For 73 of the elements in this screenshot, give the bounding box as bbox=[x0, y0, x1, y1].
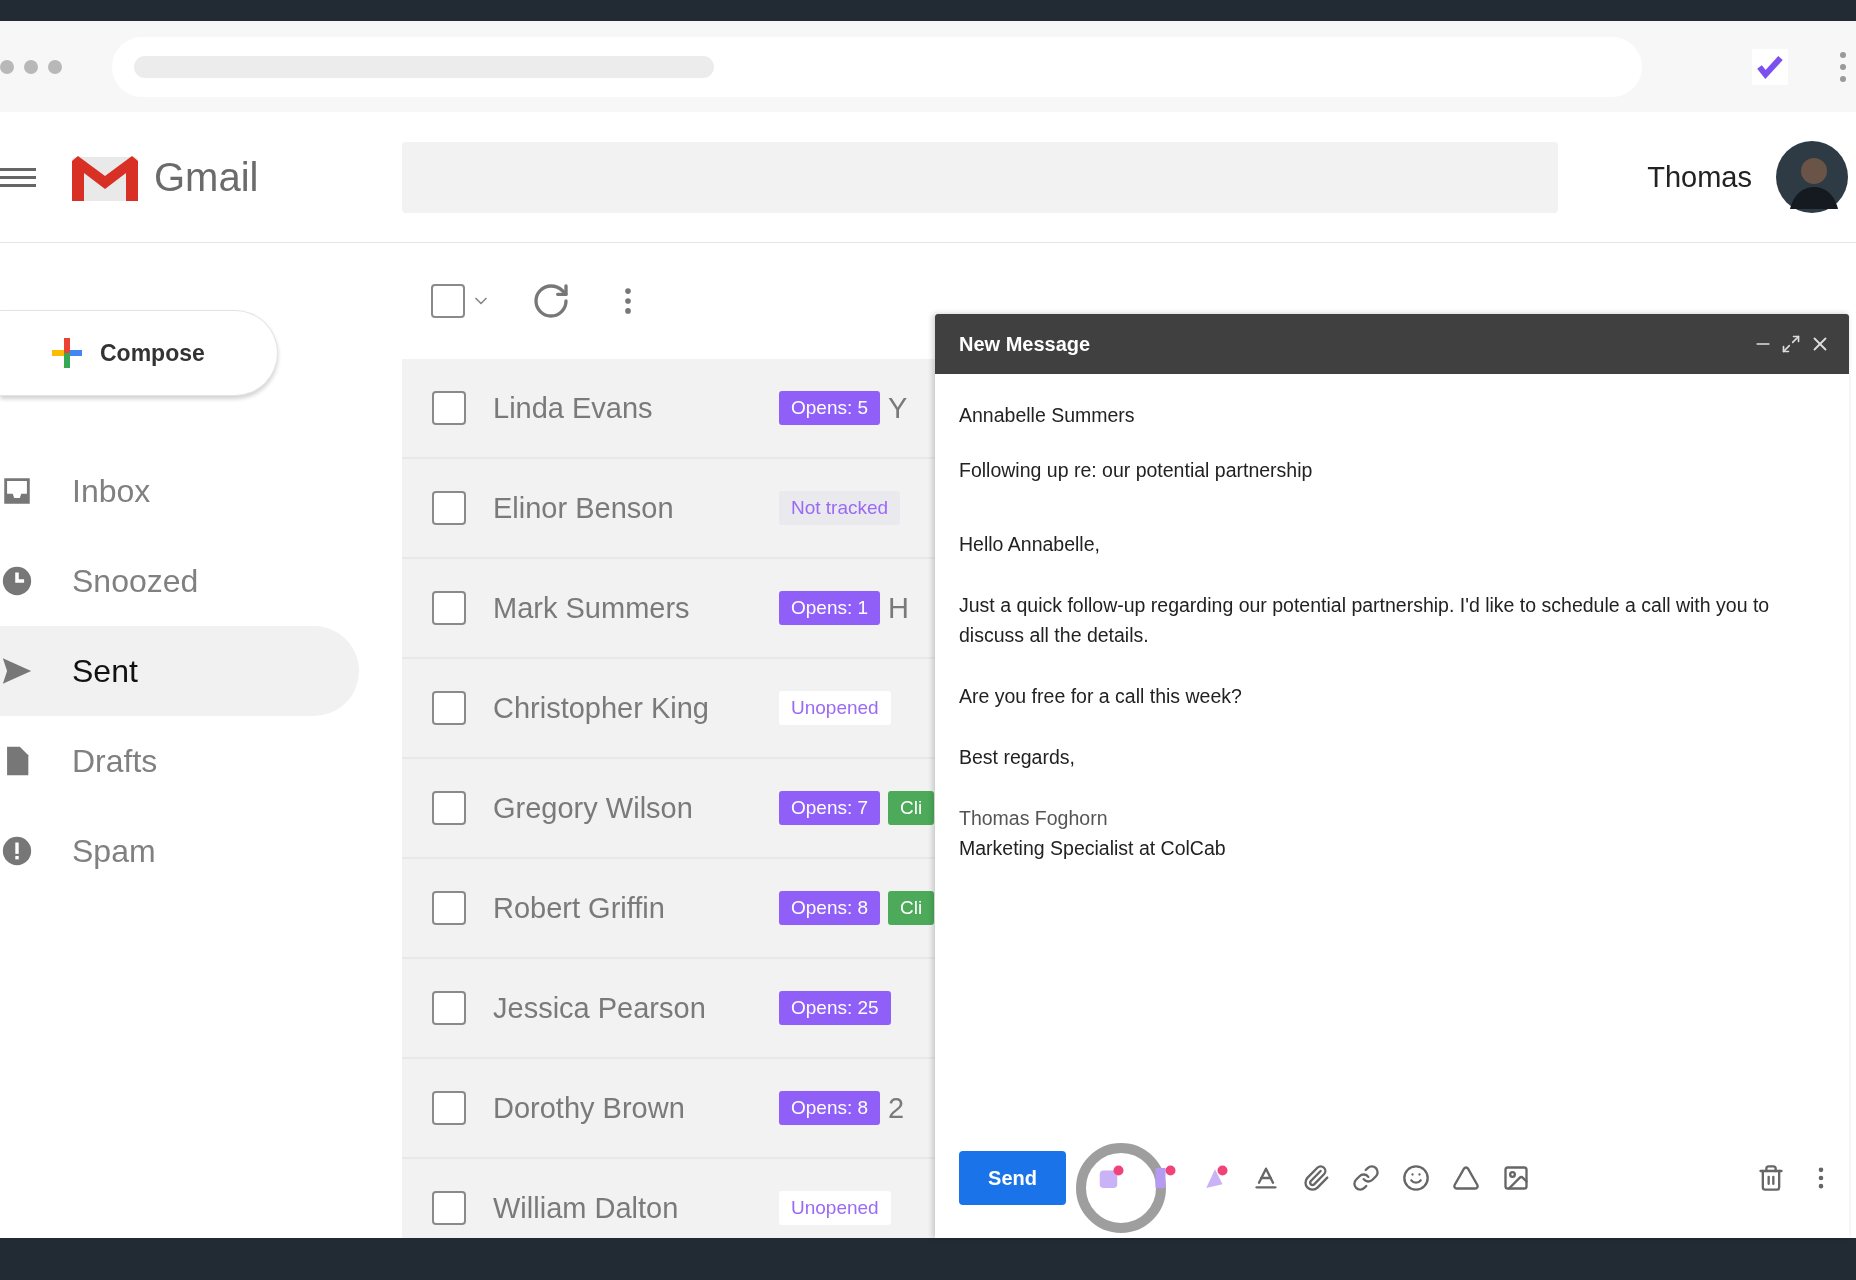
check-icon[interactable] bbox=[1752, 48, 1788, 85]
body-text: Just a quick follow-up regarding our potential partnership. I'd like to schedule a call with you to discuss all the details. bbox=[959, 593, 1771, 648]
sender-name: Elinor Benson bbox=[493, 491, 675, 525]
status-badge: Unopened bbox=[779, 691, 891, 725]
nav-item[interactable]: Spam bbox=[0, 806, 359, 896]
message-row[interactable]: Elinor Benson Not tracked bbox=[402, 459, 935, 559]
compose-title: New Message bbox=[959, 332, 1092, 356]
avatar[interactable] bbox=[1776, 141, 1848, 213]
sender-name: William Dalton bbox=[493, 1191, 680, 1225]
message-row[interactable]: William Dalton Unopened bbox=[402, 1159, 935, 1238]
subject-field[interactable]: Following up re: our potential partnership bbox=[959, 443, 1825, 498]
row-checkbox[interactable] bbox=[432, 491, 466, 525]
row-checkbox[interactable] bbox=[432, 591, 466, 625]
row-checkbox[interactable] bbox=[432, 1191, 466, 1225]
row-checkbox[interactable] bbox=[432, 391, 466, 425]
emoji-icon[interactable] bbox=[1402, 1164, 1430, 1192]
row-checkbox[interactable] bbox=[432, 1091, 466, 1125]
row-checkbox[interactable] bbox=[432, 691, 466, 725]
sender-name: Mark Summers bbox=[493, 591, 691, 625]
send-button[interactable]: Send bbox=[959, 1151, 1066, 1205]
sender-name: Linda Evans bbox=[493, 391, 654, 425]
menu-icon[interactable] bbox=[0, 165, 36, 189]
message-row[interactable]: Robert Griffin Opens: 8 Cli bbox=[402, 859, 935, 959]
body-text: Are you free for a call this week? bbox=[959, 684, 1243, 709]
nav-item[interactable]: Inbox bbox=[0, 446, 359, 536]
body-text: Marketing Specialist at ColCab bbox=[959, 836, 1227, 861]
message-snippet: Y bbox=[888, 391, 908, 425]
compose-button[interactable]: Compose bbox=[0, 310, 278, 396]
triangle-icon[interactable] bbox=[1452, 1164, 1480, 1192]
message-row[interactable]: Linda Evans Opens: 5 Y bbox=[402, 359, 935, 459]
recipient-field[interactable]: Annabelle Summers bbox=[959, 388, 1825, 443]
refresh-icon[interactable] bbox=[531, 281, 571, 321]
message-snippet: H bbox=[888, 591, 910, 625]
nav-item[interactable]: Drafts bbox=[0, 716, 359, 806]
message-row[interactable]: Christopher King Unopened bbox=[402, 659, 935, 759]
expand-icon[interactable] bbox=[1781, 334, 1801, 354]
logo-icon bbox=[72, 153, 138, 201]
sender-name: Christopher King bbox=[493, 691, 710, 725]
sender-name: Gregory Wilson bbox=[493, 791, 694, 825]
message-row[interactable]: Mark Summers Opens: 1 H bbox=[402, 559, 935, 659]
status-badge: Opens: 1 bbox=[779, 591, 881, 625]
row-checkbox[interactable] bbox=[432, 891, 466, 925]
status-badge: Opens: 7 bbox=[779, 791, 881, 825]
sender-name: Jessica Pearson bbox=[493, 991, 707, 1025]
message-row[interactable]: Dorothy Brown Opens: 8 2 bbox=[402, 1059, 935, 1159]
status-badge: Unopened bbox=[779, 1191, 891, 1225]
status-badge: Cli bbox=[888, 791, 935, 825]
status-badge: Cli bbox=[888, 891, 935, 925]
row-checkbox[interactable] bbox=[432, 791, 466, 825]
status-badge: Not tracked bbox=[779, 491, 901, 525]
body-text: Thomas Foghorn bbox=[959, 806, 1109, 831]
status-badge: Opens: 5 bbox=[779, 391, 881, 425]
message-row[interactable]: Jessica Pearson Opens: 25 bbox=[402, 959, 935, 1059]
sender-name: Dorothy Brown bbox=[493, 1091, 686, 1125]
status-badge: Opens: 8 bbox=[779, 1091, 881, 1125]
sender-name: Robert Griffin bbox=[493, 891, 666, 925]
message-snippet: 2 bbox=[888, 1091, 905, 1125]
attach-icon[interactable] bbox=[1302, 1164, 1330, 1192]
nav-item[interactable]: Snoozed bbox=[0, 536, 359, 626]
body-text: Best regards, bbox=[959, 745, 1076, 770]
message-row[interactable]: Gregory Wilson Opens: 7 Cli bbox=[402, 759, 935, 859]
user-name: Thomas bbox=[1647, 160, 1752, 194]
body-text: Hello Annabelle, bbox=[959, 532, 1101, 557]
image-icon[interactable] bbox=[1502, 1164, 1530, 1192]
row-checkbox[interactable] bbox=[432, 991, 466, 1025]
plus-icon bbox=[50, 336, 84, 370]
status-badge: Opens: 8 bbox=[779, 891, 881, 925]
select-checkbox[interactable] bbox=[431, 284, 465, 318]
trash-icon[interactable] bbox=[1757, 1164, 1785, 1192]
nav-item[interactable]: Sent bbox=[0, 626, 359, 716]
status-badge: Opens: 25 bbox=[779, 991, 891, 1025]
link-icon[interactable] bbox=[1352, 1164, 1380, 1192]
app-name: Gmail bbox=[154, 154, 259, 200]
